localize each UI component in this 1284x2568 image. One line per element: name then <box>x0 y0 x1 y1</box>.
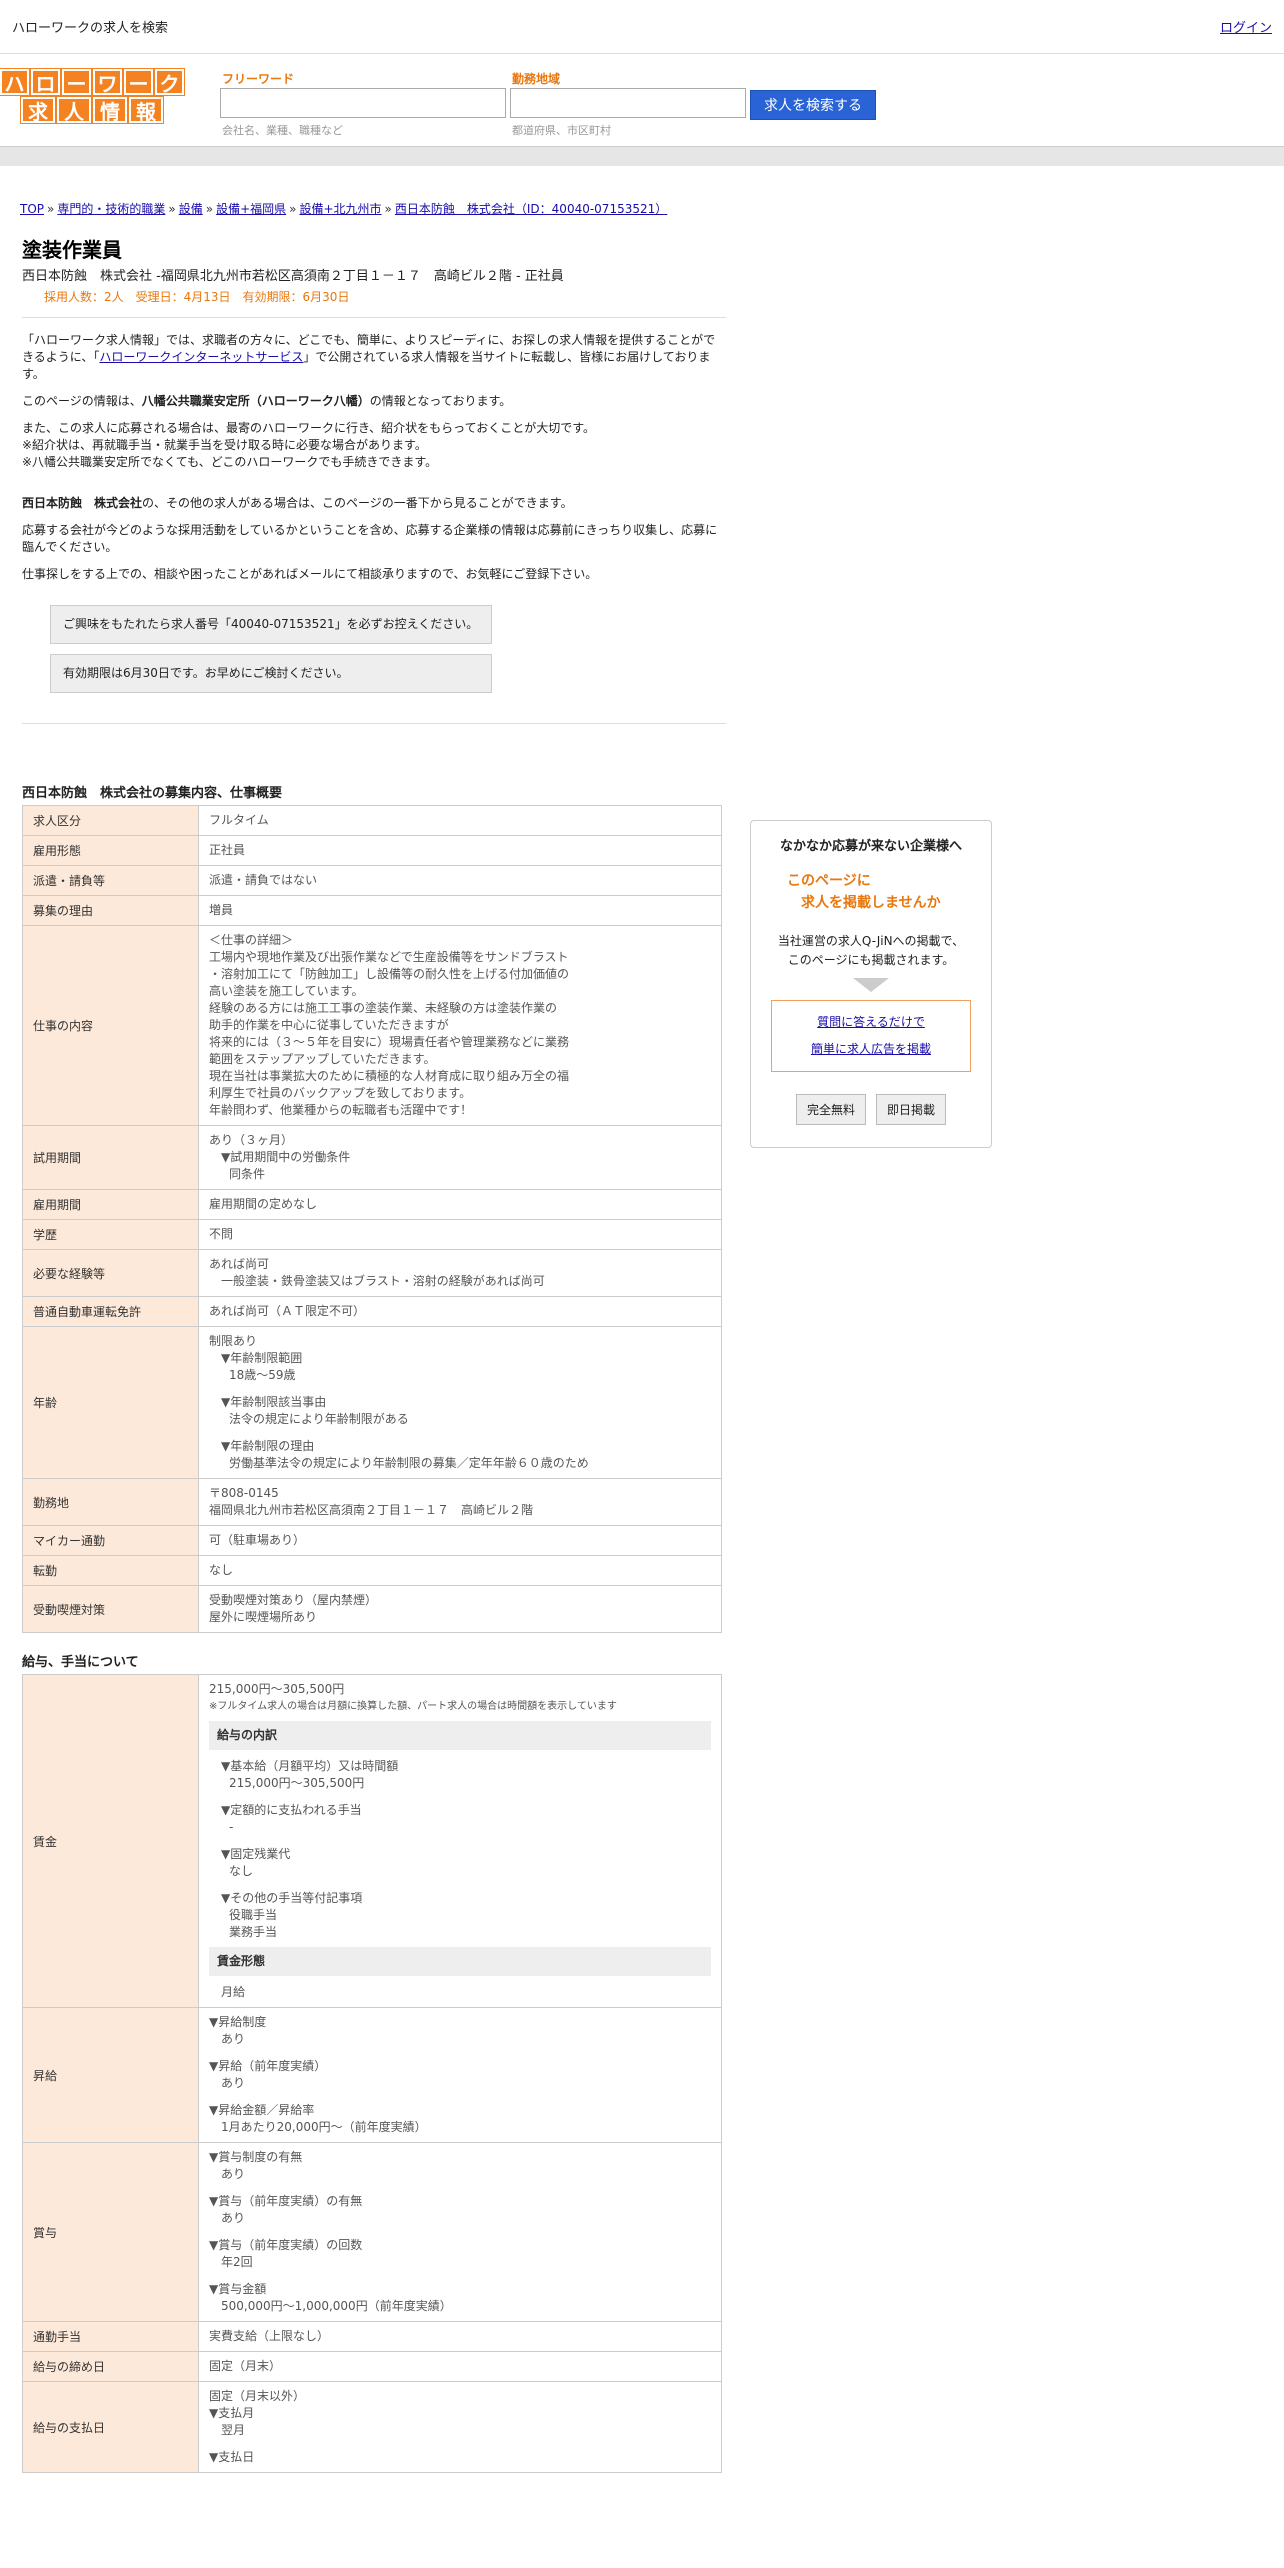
table-row: 給与の締め日 固定（月末） <box>22 2351 722 2382</box>
free-button[interactable]: 完全無料 <box>795 1094 866 1125</box>
table-row: マイカー通勤 可（駐車場あり） <box>22 1525 722 1556</box>
keyword-search-group: フリーワード 会社名、業種、職種など <box>220 68 506 138</box>
breadcrumb-top[interactable]: TOP <box>20 202 44 216</box>
job-number-notice: ご興味をもたれたら求人番号「40040-07153521」を必ずお控えください。 <box>50 605 492 644</box>
table-row: 給与の支払日 固定（月末以外） ▼支払月 翌月 ▼支払日 <box>22 2381 722 2473</box>
table-row: 学歴 不問 <box>22 1219 722 1250</box>
table-row: 昇給 ▼昇給制度 あり ▼昇給（前年度実績） あり ▼昇給金額／昇給率 1月あたり20… <box>22 2007 722 2143</box>
login-link[interactable]: ログイン <box>1220 17 1272 36</box>
top-bar: ハローワークの求人を検索 ログイン <box>0 0 1284 54</box>
logo-char: 報 <box>128 96 164 124</box>
ad-text: 当社運営の求人Q-JiNへの掲載で、 このページにも掲載されます。 <box>777 934 965 967</box>
table-row: 雇用期間 雇用期間の定めなし <box>22 1189 722 1220</box>
same-day-button[interactable]: 即日掲載 <box>876 1094 947 1125</box>
logo-char: ー <box>123 68 154 96</box>
table-row: 転勤 なし <box>22 1555 722 1586</box>
job-subtitle: 西日本防蝕 株式会社 -福岡県北九州市若松区高須南２丁目１－１７ 高崎ビル２階 … <box>22 269 564 284</box>
intro-text: 「ハローワーク求人情報」では、求職者の方々に、どこでも、簡単に、よりスピーディに… <box>22 333 718 581</box>
section-title-overview: 西日本防蝕 株式会社の募集内容、仕事概要 <box>22 786 283 801</box>
ad-buttons: 完全無料 即日掲載 <box>757 1094 985 1125</box>
keyword-label: フリーワード <box>222 72 295 86</box>
logo-char: ロ <box>30 68 61 96</box>
table-row: 通勤手当 実費支給（上限なし） <box>22 2321 722 2352</box>
table-row: 必要な経験等 あれば尚可 一般塗装・鉄骨塗装又はブラスト・溶射の経験があれば尚可 <box>22 1249 722 1297</box>
logo-char: ー <box>61 68 92 96</box>
area-label: 勤務地域 <box>512 72 561 86</box>
arrow-down-icon <box>853 978 889 992</box>
breadcrumb: TOP» 専門的・技術的職業» 設備» 設備+福岡県» 設備+北九州市» 西日本防蝕 株式… <box>20 202 668 216</box>
table-row: 雇用形態 正社員 <box>22 835 722 866</box>
table-row: 賃金 215,000円〜305,500円 ※フルタイム求人の場合は月額に換算した… <box>22 1674 722 2008</box>
area-input[interactable] <box>510 88 746 118</box>
logo-char: ク <box>154 68 185 96</box>
job-meta: 採用人数：2人 受理日：4月13日 有効期限：6月30日 <box>22 288 726 318</box>
breadcrumb-city[interactable]: 設備+北九州市 <box>299 202 381 216</box>
table-row: 試用期間 あり（３ヶ月） ▼試用期間中の労働条件 同条件 <box>22 1125 722 1190</box>
area-search-group: 勤務地域 都道府県、市区町村 <box>510 68 746 138</box>
header-divider <box>0 146 1284 166</box>
hellowork-internet-link[interactable]: ハローワークインターネットサービス <box>99 350 303 364</box>
advertise-box: なかなか応募が来ない企業様へ このページに 求人を掲載しませんか 当社運営の求人… <box>750 820 992 1148</box>
hellowork-logo[interactable]: ハ ロ ー ワ ー ク 求 人 情 報 <box>0 68 185 124</box>
salary-table: 賃金 215,000円〜305,500円 ※フルタイム求人の場合は月額に換算した… <box>22 1674 722 2473</box>
table-row: 普通自動車運転免許 あれば尚可（ＡＴ限定不可） <box>22 1296 722 1327</box>
logo-char: 情 <box>92 96 128 124</box>
table-row: 年齢 制限あり ▼年齢制限範囲 18歳〜59歳 ▼年齢制限該当事由 法令の規定により年齢… <box>22 1326 722 1479</box>
logo-char: 人 <box>56 96 92 124</box>
keyword-hint: 会社名、業種、職種など <box>222 124 343 137</box>
logo-char: ワ <box>92 68 123 96</box>
area-hint: 都道府県、市区町村 <box>512 124 611 137</box>
table-row: 賞与 ▼賞与制度の有無 あり ▼賞与（前年度実績）の有無 あり ▼賞与（前年度実績）… <box>22 2142 722 2322</box>
table-row: 仕事の内容 ＜仕事の詳細＞ 工場内や現地作業及び出張作業などで生産設備等をサンドブ… <box>22 925 722 1126</box>
table-row: 求人区分 フルタイム <box>22 805 722 836</box>
header: ハ ロ ー ワ ー ク 求 人 情 報 フリーワード 会社名、業種、職種など 勤… <box>0 54 1284 146</box>
ad-link-post[interactable]: 簡単に求人広告を掲載 <box>811 1042 931 1056</box>
main-content: 塗装作業員 西日本防蝕 株式会社 -福岡県北九州市若松区高須南２丁目１－１７ 高… <box>22 234 726 2473</box>
table-row: 派遣・請負等 派遣・請負ではない <box>22 865 722 896</box>
site-title: ハローワークの求人を検索 <box>12 21 169 36</box>
ad-link-box: 質問に答えるだけで 簡単に求人広告を掲載 <box>771 1000 971 1072</box>
ad-link-question[interactable]: 質問に答えるだけで <box>817 1015 925 1029</box>
keyword-input[interactable] <box>220 88 506 118</box>
search-button[interactable]: 求人を検索する <box>750 90 876 120</box>
table-row: 募集の理由 増員 <box>22 895 722 926</box>
breadcrumb-prefecture[interactable]: 設備+福岡県 <box>216 202 286 216</box>
table-row: 勤務地 〒808-0145 福岡県北九州市若松区高須南２丁目１－１７ 高崎ビル２階 <box>22 1478 722 1526</box>
overview-table: 求人区分 フルタイム 雇用形態 正社員 派遣・請負等 派遣・請負ではない 募集の理由増… <box>22 805 722 1633</box>
section-title-salary: 給与、手当について <box>22 1655 139 1670</box>
breadcrumb-company[interactable]: 西日本防蝕 株式会社（ID：40040-07153521） <box>395 202 667 216</box>
expiry-notice: 有効期限は6月30日です。お早めにご検討ください。 <box>50 654 492 693</box>
logo-char: 求 <box>20 96 56 124</box>
job-title: 塗装作業員 <box>22 238 122 262</box>
table-row: 受動喫煙対策 受動喫煙対策あり（屋内禁煙） 屋外に喫煙場所あり <box>22 1585 722 1633</box>
ad-catch: このページに 求人を掲載しませんか <box>787 873 941 911</box>
ad-title: なかなか応募が来ない企業様へ <box>779 839 962 854</box>
breadcrumb-subcategory[interactable]: 設備 <box>179 202 203 216</box>
logo-char: ハ <box>0 68 30 96</box>
breadcrumb-category[interactable]: 専門的・技術的職業 <box>57 202 165 216</box>
notice-area: ご興味をもたれたら求人番号「40040-07153521」を必ずお控えください。… <box>22 605 726 724</box>
